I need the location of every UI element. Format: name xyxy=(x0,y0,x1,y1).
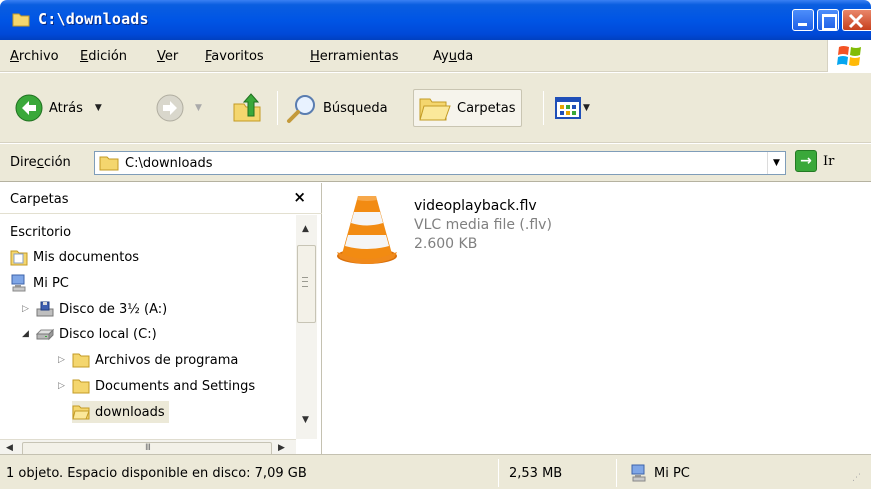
views-icon xyxy=(555,97,581,119)
back-label: Atrás xyxy=(49,100,83,116)
go-button[interactable]: → Ir xyxy=(795,150,834,172)
tree-item-label: downloads xyxy=(95,404,165,420)
tree-item-mi-pc[interactable]: Mi PC xyxy=(10,272,69,294)
folders-pane-title: Carpetas xyxy=(10,192,69,207)
status-zone: Mi PC xyxy=(630,462,690,484)
file-size: 2.600 KB xyxy=(414,236,478,252)
folders-button[interactable]: Carpetas xyxy=(413,89,523,127)
tree-item-label: Disco de 3½ (A:) xyxy=(59,301,168,317)
tree-item-label: Disco local (C:) xyxy=(59,326,157,342)
vlc-cone-icon xyxy=(337,196,397,264)
title-bar[interactable]: C:\downloads xyxy=(0,0,871,40)
go-label: Ir xyxy=(823,153,835,169)
menu-archivo[interactable]: Archivo xyxy=(10,49,59,64)
address-dropdown-button[interactable]: ▼ xyxy=(767,152,785,174)
back-button[interactable]: Atrás ▼ xyxy=(14,89,102,127)
status-zone-label: Mi PC xyxy=(654,465,690,481)
folder-icon xyxy=(72,353,90,368)
expand-icon[interactable]: ▷ xyxy=(22,304,36,314)
views-dropdown-icon[interactable]: ▼ xyxy=(583,103,590,113)
status-objects: 1 objeto. Espacio disponible en disco: 7… xyxy=(6,465,307,481)
hscroll-grip-icon: III xyxy=(145,443,151,453)
back-dropdown-icon[interactable]: ▼ xyxy=(95,103,102,113)
address-bar: Dirección C:\downloads ▼ → Ir xyxy=(0,144,871,182)
collapse-icon[interactable]: ◢ xyxy=(22,329,36,339)
tree-item-downloads[interactable]: downloads xyxy=(72,401,169,423)
close-icon xyxy=(848,13,864,29)
forward-dropdown-icon[interactable]: ▼ xyxy=(195,103,202,113)
file-name: videoplayback.flv xyxy=(414,198,537,214)
address-label: Dirección xyxy=(10,155,71,170)
scroll-down-icon[interactable]: ▼ xyxy=(302,415,309,425)
scroll-up-icon[interactable]: ▲ xyxy=(302,224,309,234)
file-type: VLC media file (.flv) xyxy=(414,217,552,233)
windows-flag-icon xyxy=(837,46,861,66)
views-button[interactable]: ▼ xyxy=(555,89,590,127)
back-arrow-icon xyxy=(15,94,43,122)
toolbar: Atrás ▼ ▼ Búsqueda Carpetas ▼ xyxy=(0,73,871,143)
menu-edicion[interactable]: Edición xyxy=(80,49,127,64)
folders-icon xyxy=(419,98,451,121)
toolbar-separator xyxy=(277,91,278,125)
close-button[interactable] xyxy=(842,9,871,31)
forward-arrow-icon xyxy=(156,94,184,122)
tree-item-archivos-de-programa[interactable]: ▷ Archivos de programa xyxy=(58,349,238,371)
tree-item-mis-documentos[interactable]: Mis documentos xyxy=(10,246,139,268)
tree-item-escritorio[interactable]: Escritorio xyxy=(10,221,71,243)
chevron-down-icon: ▼ xyxy=(773,158,780,168)
scroll-left-icon[interactable]: ◀ xyxy=(6,443,13,453)
tree-item-label: Archivos de programa xyxy=(95,352,239,368)
floppy-drive-icon xyxy=(36,301,54,317)
maximize-button[interactable] xyxy=(817,9,839,31)
up-folder-icon xyxy=(233,93,261,122)
tree-item-label: Mi PC xyxy=(33,275,69,291)
hard-drive-icon xyxy=(36,328,54,341)
resize-grip-icon[interactable]: ⋰ xyxy=(852,467,861,489)
folders-vertical-scrollbar[interactable]: ▲ ▼ xyxy=(296,215,317,439)
my-computer-icon xyxy=(631,464,646,482)
scroll-right-icon[interactable]: ▶ xyxy=(278,443,285,453)
minimize-button[interactable] xyxy=(792,9,814,31)
folder-icon xyxy=(99,156,119,171)
folder-open-icon xyxy=(72,405,90,420)
menu-ver[interactable]: Ver xyxy=(157,49,178,64)
tree-item-label: Documents and Settings xyxy=(95,378,256,394)
search-button[interactable]: Búsqueda xyxy=(286,89,388,127)
folders-pane: Carpetas × Escritorio Mis documentos Mi … xyxy=(0,183,322,457)
status-divider xyxy=(616,459,617,487)
tree-item-documents-and-settings[interactable]: ▷ Documents and Settings xyxy=(58,375,255,397)
menu-ayuda[interactable]: Ayuda xyxy=(433,49,473,64)
toolbar-separator xyxy=(543,91,544,125)
window-title: C:\downloads xyxy=(38,10,149,28)
windows-logo xyxy=(827,40,871,72)
search-icon xyxy=(287,95,315,123)
my-documents-icon xyxy=(10,250,28,266)
my-computer-icon xyxy=(11,274,26,292)
folders-label: Carpetas xyxy=(457,100,516,116)
folder-icon xyxy=(72,379,90,394)
close-pane-icon[interactable]: × xyxy=(293,188,306,206)
file-item[interactable]: videoplayback.flv VLC media file (.flv) … xyxy=(334,190,594,270)
tree-item-local-disk[interactable]: ◢ Disco local (C:) xyxy=(22,323,157,345)
menu-favoritos[interactable]: Favoritos xyxy=(205,49,264,64)
status-size: 2,53 MB xyxy=(509,465,563,481)
scroll-grip-icon xyxy=(302,277,308,287)
tree-item-label: Escritorio xyxy=(10,224,72,240)
search-label: Búsqueda xyxy=(323,100,388,116)
status-bar: 1 objeto. Espacio disponible en disco: 7… xyxy=(0,454,871,489)
folder-icon xyxy=(12,13,30,27)
up-folder-button[interactable] xyxy=(232,89,264,127)
tree-item-label: Mis documentos xyxy=(33,249,140,265)
tree-item-floppy[interactable]: ▷ Disco de 3½ (A:) xyxy=(22,298,167,320)
go-arrow-icon: → xyxy=(795,150,817,172)
status-divider xyxy=(498,459,499,487)
menu-herramientas[interactable]: Herramientas xyxy=(310,49,399,64)
folders-pane-header: Carpetas × xyxy=(0,183,322,214)
address-input[interactable]: C:\downloads ▼ xyxy=(94,151,786,175)
expand-icon[interactable]: ▷ xyxy=(58,355,72,365)
address-value: C:\downloads xyxy=(125,156,213,171)
forward-button[interactable]: ▼ xyxy=(155,89,202,127)
menu-bar: Archivo Edición Ver Favoritos Herramient… xyxy=(0,40,871,72)
expand-icon[interactable]: ▷ xyxy=(58,381,72,391)
